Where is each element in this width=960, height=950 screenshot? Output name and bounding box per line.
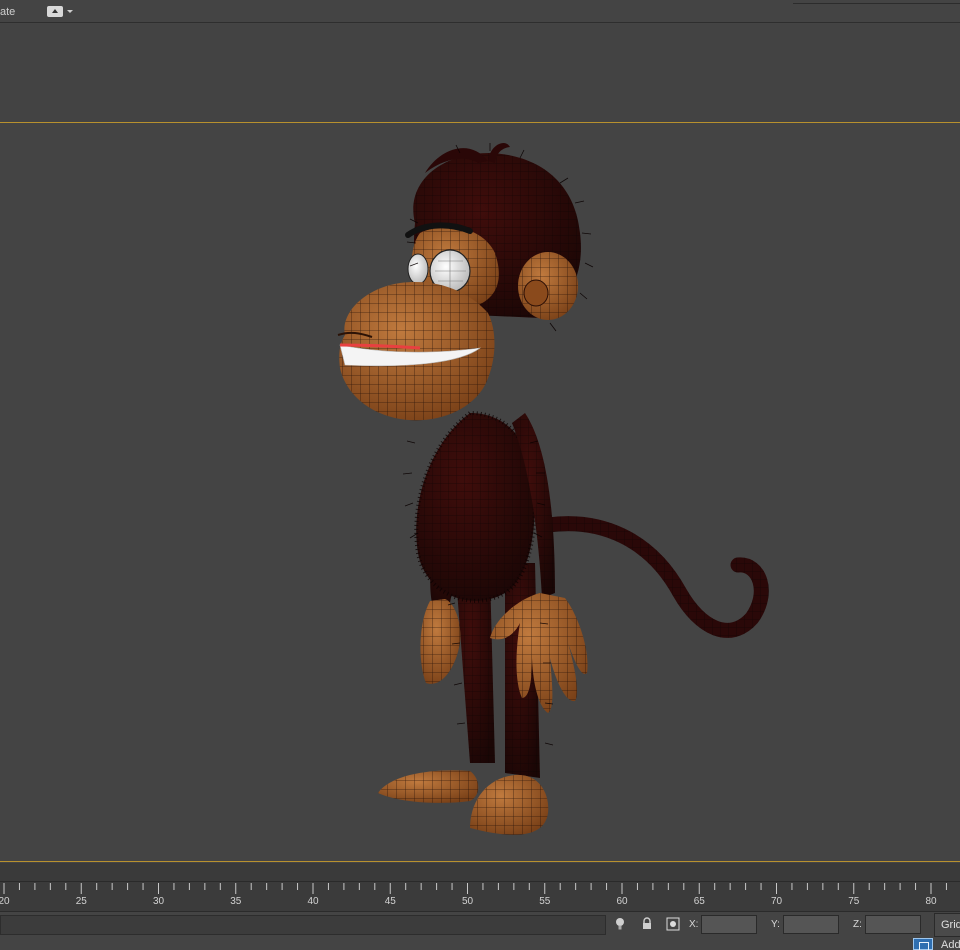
monkey-body xyxy=(414,410,537,603)
tick-label: 75 xyxy=(848,896,860,907)
tick-label: 40 xyxy=(307,896,319,907)
monkey-feet xyxy=(378,770,549,835)
viewport-shading-icon xyxy=(47,6,63,17)
x-coordinate-field[interactable] xyxy=(701,915,757,934)
tick-label: 25 xyxy=(75,896,87,907)
toolbar-divider xyxy=(793,0,960,4)
z-coordinate-label: Z: xyxy=(853,919,862,930)
y-coordinate-field[interactable] xyxy=(783,915,839,934)
x-coordinate-label: X: xyxy=(689,919,699,930)
tick-label: 70 xyxy=(770,896,783,907)
transform-mode-icon[interactable] xyxy=(666,917,680,931)
tick-label: 45 xyxy=(384,896,396,907)
tick-label: 80 xyxy=(925,896,937,907)
status-bar: X: Y: Z: Grid xyxy=(0,911,960,938)
tick-label: 30 xyxy=(152,896,165,907)
grid-button[interactable]: Grid xyxy=(934,913,960,937)
toolbar-label: ate xyxy=(0,6,16,18)
time-ruler[interactable]: 20 25 30 35 40 45 50 55 60 65 70 75 80 xyxy=(0,881,960,911)
status-prompt-field[interactable] xyxy=(0,915,606,935)
bottom-row: Add xyxy=(0,938,960,950)
tick-label: 50 xyxy=(461,896,474,907)
upper-panel xyxy=(0,24,960,122)
viewport-footer-strip xyxy=(0,863,960,881)
add-time-tag-icon[interactable] xyxy=(913,938,933,950)
add-time-tag-label[interactable]: Add xyxy=(941,939,960,950)
tick-label: 60 xyxy=(616,896,628,907)
y-coordinate-label: Y: xyxy=(771,919,780,930)
tick-label: 20 xyxy=(0,896,10,907)
top-toolbar: ate xyxy=(0,0,960,23)
time-ruler-ticks xyxy=(3,883,947,894)
monkey-model[interactable] xyxy=(0,123,960,863)
lock-icon[interactable] xyxy=(640,917,654,931)
z-coordinate-field[interactable] xyxy=(865,915,921,934)
monkey-head xyxy=(337,143,581,421)
perspective-viewport[interactable] xyxy=(0,122,960,862)
chevron-down-icon xyxy=(67,10,73,13)
tick-label: 35 xyxy=(230,896,242,907)
monkey-tail xyxy=(540,516,769,638)
tick-label: 55 xyxy=(539,896,551,907)
viewport-menu-button[interactable] xyxy=(47,6,75,18)
tick-label: 65 xyxy=(693,896,705,907)
lightbulb-icon[interactable] xyxy=(613,917,627,931)
